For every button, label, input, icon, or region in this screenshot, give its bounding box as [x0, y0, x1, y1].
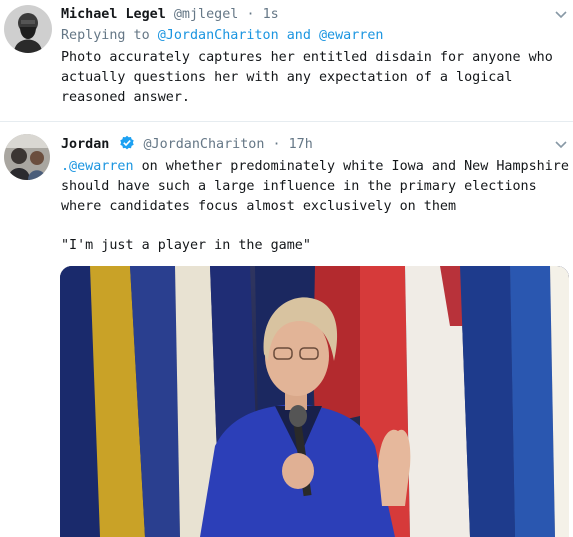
reply-mention-jordanchariton[interactable]: @JordanChariton	[158, 28, 279, 43]
tweet-media-photo[interactable]	[60, 266, 569, 537]
tweet-text-line: reasoned answer.	[61, 90, 190, 105]
handle[interactable]: @mjlegel	[174, 7, 239, 22]
tweet-header: Jordan @JordanChariton · 17h	[61, 135, 313, 155]
reply-and: and	[286, 28, 311, 43]
display-name[interactable]: Michael Legel	[61, 7, 166, 22]
avatar[interactable]	[4, 5, 52, 53]
reply-mention-ewarren[interactable]: @ewarren	[319, 28, 384, 43]
tweet-quote-line: "I'm just a player in the game"	[61, 238, 311, 253]
display-name[interactable]: Jordan	[61, 137, 109, 152]
separator: ·	[246, 7, 255, 22]
tweet-text-line: actually questions her with any expectat…	[61, 70, 513, 85]
tweet-michael-legel[interactable]: Michael Legel @mjlegel · 1s Replying to …	[0, 0, 573, 120]
tweet-text-line: should have such a large influence in th…	[61, 179, 537, 194]
timestamp[interactable]: 17h	[289, 137, 313, 152]
chevron-down-icon[interactable]	[554, 138, 568, 152]
mention-ewarren[interactable]: .@ewarren	[61, 159, 134, 174]
tweet-text-line: where candidates focus almost exclusivel…	[61, 199, 457, 214]
chevron-down-icon[interactable]	[554, 8, 568, 22]
replying-to: Replying to @JordanChariton and @ewarren	[61, 28, 384, 43]
timestamp[interactable]: 1s	[263, 7, 279, 22]
avatar[interactable]	[4, 134, 50, 180]
handle[interactable]: @JordanChariton	[144, 137, 265, 152]
tweet-header: Michael Legel @mjlegel · 1s	[61, 5, 279, 25]
separator: ·	[272, 137, 281, 152]
tweet-text-line: .@ewarren on whether predominately white…	[61, 159, 569, 174]
verified-badge-icon	[120, 135, 135, 150]
tweet-text-line: Photo accurately captures her entitled d…	[61, 50, 553, 65]
